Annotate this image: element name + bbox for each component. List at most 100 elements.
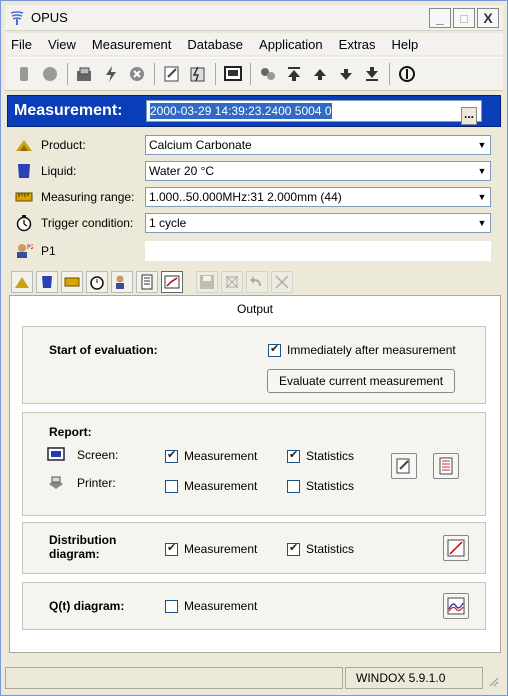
checkbox-box[interactable] [165, 448, 178, 463]
report-edit-button[interactable] [391, 453, 417, 479]
maximize-button[interactable]: □ [453, 8, 475, 28]
edit-sheet-icon [396, 458, 410, 474]
ruler-icon [15, 192, 33, 202]
product-row: Product: Calcium Carbonate ▼ [7, 134, 501, 156]
window-title: OPUS [31, 10, 68, 25]
menu-help[interactable]: Help [384, 37, 427, 52]
toolbar-separator [154, 63, 155, 85]
measurement-label: Measurement: [14, 102, 123, 119]
lightning-icon[interactable] [100, 63, 122, 85]
start-evaluation-header: Start of evaluation: [49, 343, 158, 357]
measurement-label: Measurement [184, 479, 258, 493]
qt-measurement-checkbox[interactable]: Measurement [165, 599, 257, 613]
tab-liquid[interactable] [36, 271, 58, 293]
range-select[interactable]: 1.000..50.000MHz:31 2.000mm (44) ▼ [145, 187, 491, 207]
measurement-field[interactable]: 2000-03-29 14:39:23.2400 5004 0 ... [146, 100, 482, 125]
toolbar-separator [389, 63, 390, 85]
immediately-checkbox[interactable]: Immediately after measurement [268, 342, 456, 357]
dist-measurement-checkbox[interactable]: Measurement [165, 541, 258, 556]
menu-application[interactable]: Application [251, 37, 331, 52]
trigger-label: Trigger condition: [41, 216, 134, 230]
toolbar [5, 57, 503, 91]
edit-sheet-icon[interactable] [161, 63, 183, 85]
cancel-icon[interactable] [126, 63, 148, 85]
tab-parameters[interactable] [111, 271, 133, 293]
next-record-icon[interactable] [335, 63, 357, 85]
report-sheet-icon [439, 457, 453, 475]
checkbox-box[interactable] [165, 479, 178, 493]
product-select[interactable]: Calcium Carbonate ▼ [145, 135, 491, 155]
last-record-icon[interactable] [361, 63, 383, 85]
evaluate-button[interactable]: Evaluate current measurement [267, 369, 455, 393]
statistics-label: Statistics [306, 542, 355, 556]
record-icon[interactable] [39, 63, 61, 85]
chevron-down-icon[interactable]: ▼ [474, 214, 490, 232]
statistics-label: Statistics [306, 479, 355, 493]
qt-chart-icon [447, 597, 465, 615]
close-button[interactable]: X [477, 8, 499, 28]
cylinder-icon[interactable] [13, 63, 35, 85]
resize-grip-icon[interactable] [487, 675, 499, 687]
distribution-group: Distribution diagram: Measurement Statis… [22, 522, 486, 574]
qt-chart-button[interactable] [443, 593, 469, 619]
cancel-edit-icon[interactable] [271, 271, 293, 293]
menu-measurement[interactable]: Measurement [84, 37, 179, 52]
database-link-icon[interactable] [257, 63, 279, 85]
undo-icon[interactable] [246, 271, 268, 293]
range-row: Measuring range: 1.000..50.000MHz:31 2.0… [7, 186, 501, 208]
tab-range[interactable] [61, 271, 83, 293]
chevron-down-icon[interactable]: ▼ [474, 136, 490, 154]
chevron-down-icon[interactable]: ▼ [474, 188, 490, 206]
start-evaluation-group: Start of evaluation: Immediately after m… [22, 326, 486, 404]
printer-icon [49, 476, 63, 489]
p1-field[interactable] [145, 241, 491, 261]
checkbox-box[interactable] [287, 541, 300, 556]
liquid-select[interactable]: Water 20 °C ▼ [145, 161, 491, 181]
screen-measurement-checkbox[interactable]: Measurement [165, 448, 258, 463]
browse-button[interactable]: ... [461, 107, 477, 125]
printer-measurement-checkbox[interactable]: Measurement [165, 479, 257, 493]
status-bar: WINDOX 5.9.1.0 [5, 665, 503, 691]
open-folder-icon[interactable] [74, 63, 96, 85]
batch-edit-icon[interactable] [187, 63, 209, 85]
minimize-button[interactable]: _ [429, 8, 451, 28]
save-icon[interactable] [196, 271, 218, 293]
screen-statistics-checkbox[interactable]: Statistics [287, 448, 354, 463]
menu-view[interactable]: View [40, 37, 84, 52]
distribution-chart-button[interactable] [443, 535, 469, 561]
dist-statistics-checkbox[interactable]: Statistics [287, 541, 355, 556]
product-pile-icon [16, 140, 32, 151]
delete-row-icon[interactable] [221, 271, 243, 293]
screen-row: Screen: [47, 447, 118, 463]
menu-file[interactable]: File [5, 37, 40, 52]
report-preview-button[interactable] [433, 453, 459, 479]
measurement-label: Measurement [184, 542, 258, 556]
menu-extras[interactable]: Extras [331, 37, 384, 52]
printer-row: Printer: [47, 475, 116, 491]
menu-database[interactable]: Database [179, 37, 251, 52]
trigger-row: Trigger condition: 1 cycle ▼ [7, 212, 501, 234]
info-icon[interactable] [396, 63, 418, 85]
monitor-icon[interactable] [222, 63, 244, 85]
chart-icon [447, 539, 465, 557]
first-record-icon[interactable] [283, 63, 305, 85]
screen-label: Screen: [77, 448, 119, 462]
printer-statistics-checkbox[interactable]: Statistics [287, 479, 354, 493]
measurement-label: Measurement [184, 449, 258, 463]
chevron-down-icon[interactable]: ▼ [474, 162, 490, 180]
tab-list[interactable] [136, 271, 158, 293]
output-title: Output [236, 302, 274, 316]
tab-output[interactable] [161, 271, 183, 293]
checkbox-box[interactable] [287, 479, 300, 493]
opus-window: OPUS _ □ X File View Measurement Databas… [0, 0, 508, 696]
checkbox-box[interactable] [287, 448, 300, 463]
checkbox-box[interactable] [165, 541, 178, 556]
printer-label: Printer: [77, 476, 116, 490]
previous-record-icon[interactable] [309, 63, 331, 85]
tab-product[interactable] [11, 271, 33, 293]
checkbox-box[interactable] [165, 599, 178, 613]
checkbox-box[interactable] [268, 342, 281, 357]
trigger-select[interactable]: 1 cycle ▼ [145, 213, 491, 233]
tab-trigger[interactable] [86, 271, 108, 293]
liquid-label: Liquid: [41, 164, 77, 178]
